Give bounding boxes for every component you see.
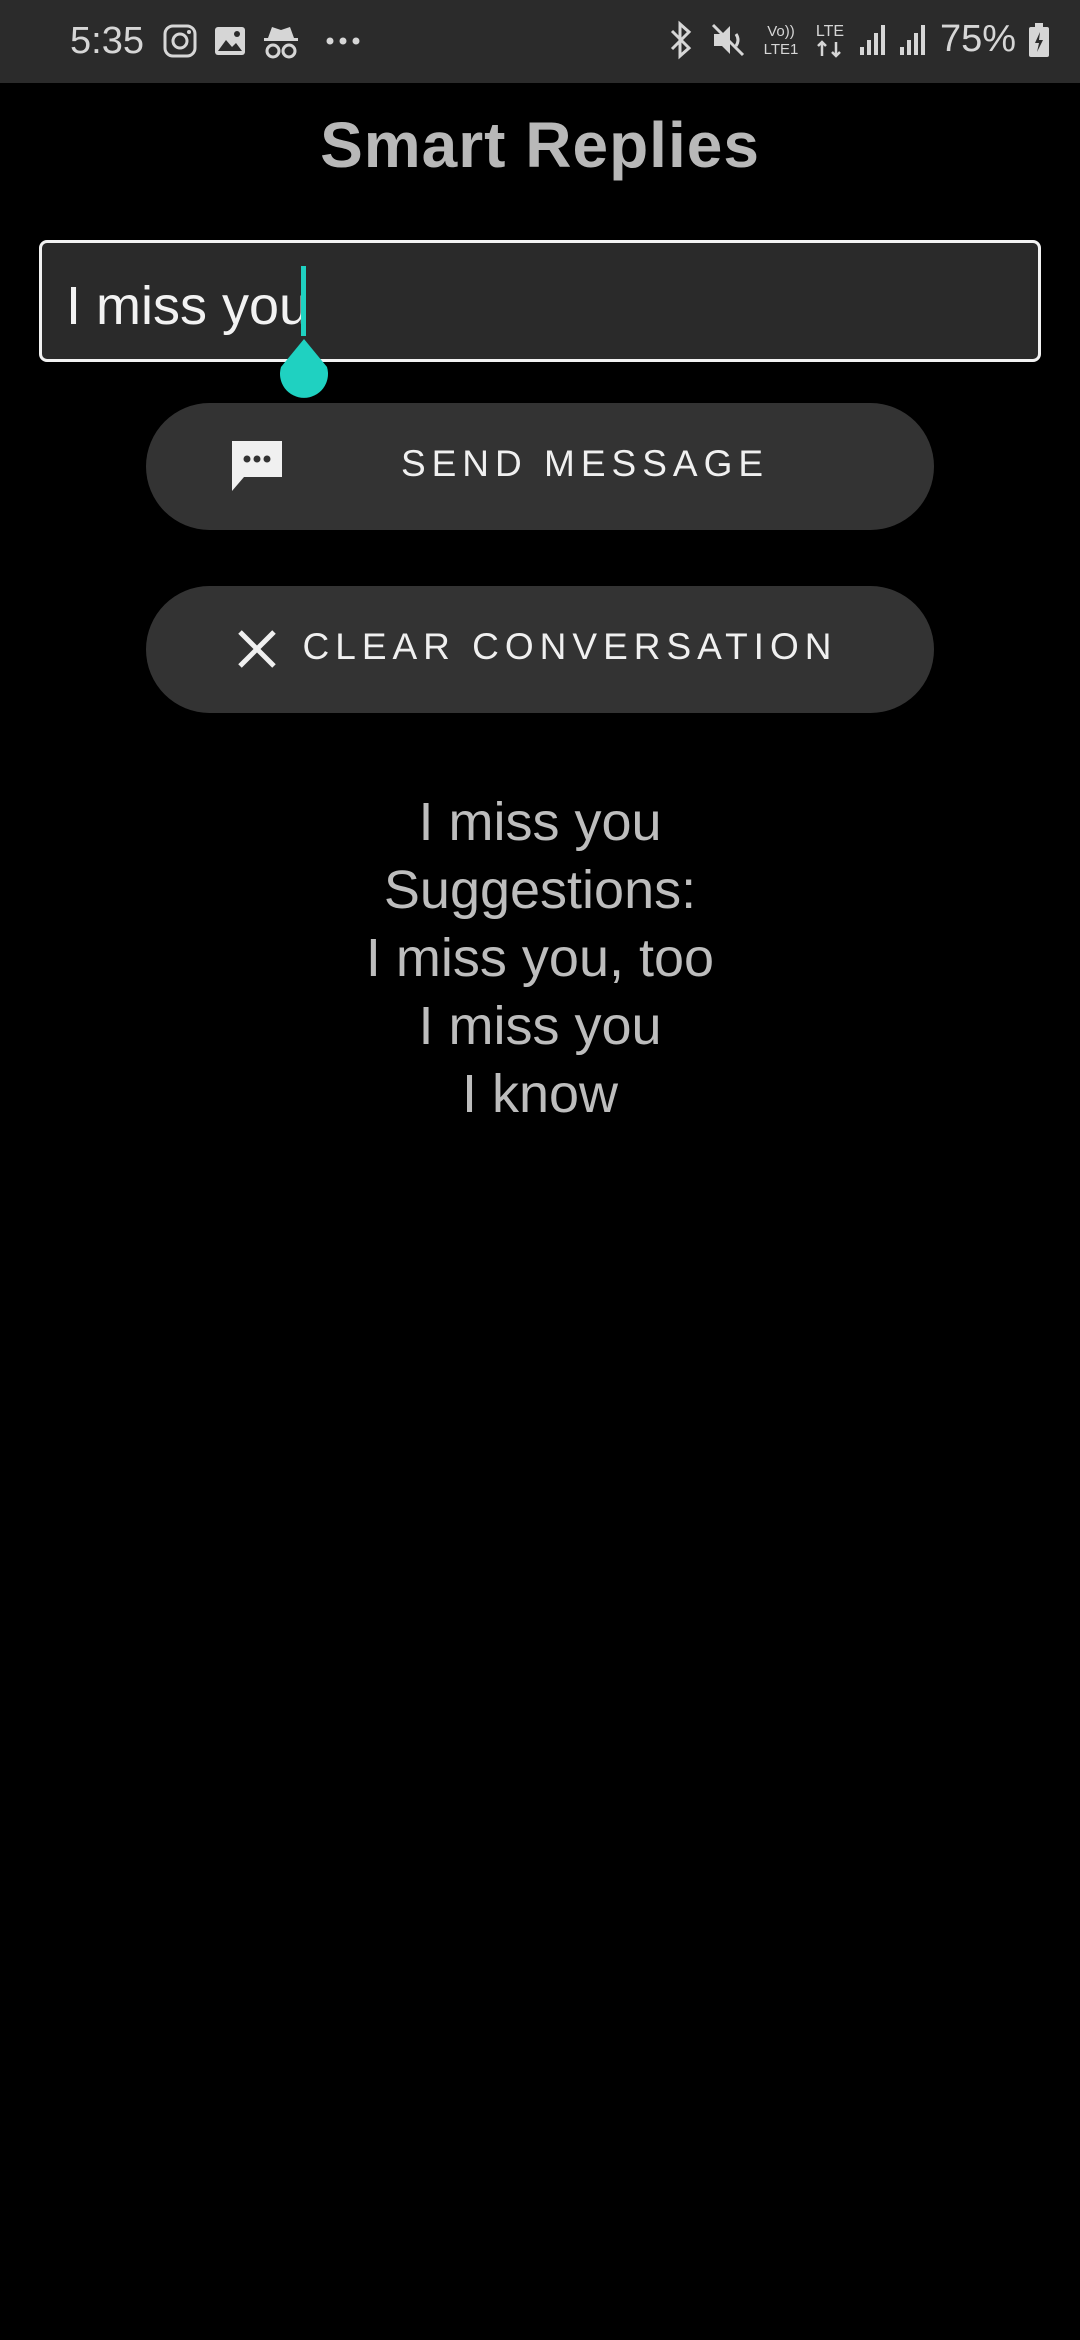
clear-conversation-label: CLEAR CONVERSATION — [302, 626, 838, 667]
message-text: I miss you — [418, 792, 662, 852]
send-message-label: SEND MESSAGE — [400, 443, 770, 484]
conversation-output: I miss you Suggestions: I miss you, too … — [0, 788, 1080, 1128]
svg-text:Vo)): Vo)) — [767, 23, 795, 40]
cursor-handle[interactable] — [277, 337, 331, 399]
signal-icon — [899, 24, 925, 55]
text-cursor — [301, 266, 306, 336]
battery-icon — [1029, 22, 1049, 57]
suggestion-item: I miss you, too — [365, 928, 715, 988]
page-title: Smart Replies — [320, 109, 760, 181]
instagram-icon — [163, 24, 197, 58]
battery-percentage: 75% — [939, 18, 1016, 60]
bluetooth-icon — [670, 20, 692, 59]
mute-icon — [711, 23, 744, 56]
gallery-icon — [215, 27, 245, 55]
status-time: 5:35 — [70, 20, 144, 62]
signal-icon — [859, 24, 885, 55]
message-input[interactable]: I miss you — [39, 240, 1041, 362]
incognito-icon — [264, 27, 298, 59]
svg-text:LTE1: LTE1 — [764, 41, 799, 58]
more-dots-icon — [326, 37, 360, 45]
suggestions-label: Suggestions: — [383, 860, 697, 920]
clear-conversation-button[interactable]: CLEAR CONVERSATION — [146, 586, 934, 713]
suggestion-item: I miss you — [418, 996, 662, 1056]
send-message-button[interactable]: SEND MESSAGE — [146, 403, 934, 530]
volte-icon: Vo)) LTE1 — [764, 23, 799, 58]
status-bar: 5:35 Vo)) LTE1 LTE 75% — [0, 0, 1080, 83]
message-input-value[interactable]: I miss you — [66, 275, 309, 337]
svg-text:LTE: LTE — [816, 23, 844, 40]
lte-icon: LTE — [816, 23, 844, 58]
suggestion-item: I know — [461, 1064, 619, 1124]
